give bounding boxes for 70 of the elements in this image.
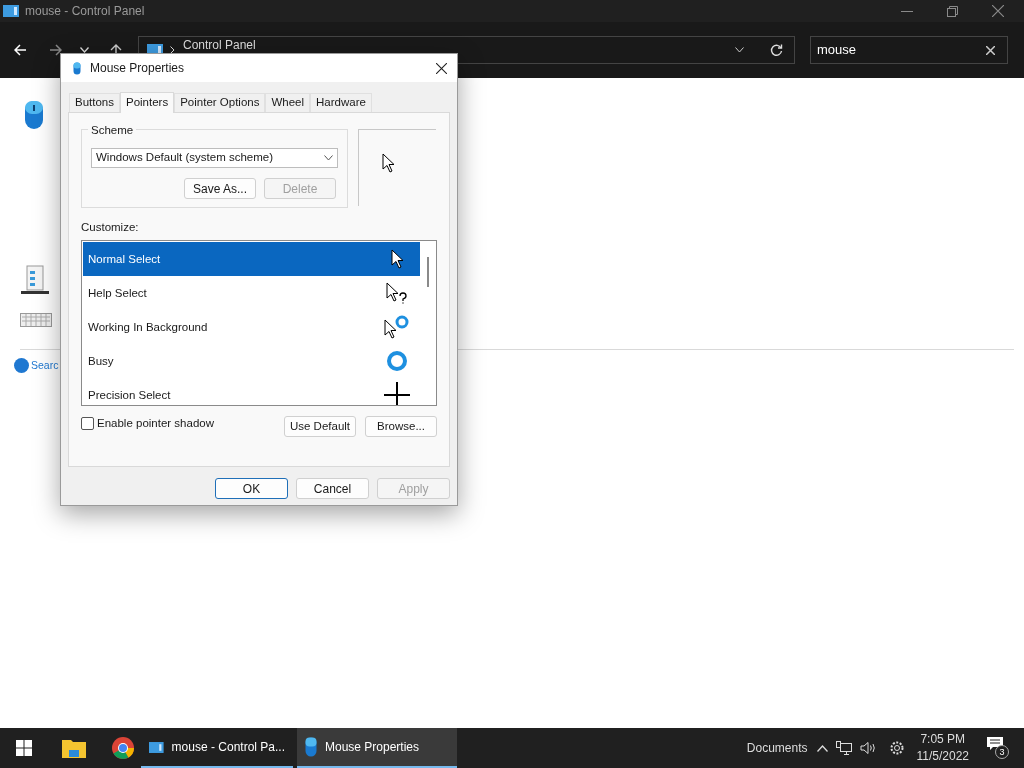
clock-date[interactable]: 11/5/2022 [916, 748, 969, 765]
taskbar-app-label: Mouse Properties [325, 739, 420, 756]
window-title: mouse - Control Panel [25, 3, 145, 20]
crosshair-pointer-icon [384, 382, 410, 406]
taskbar-app-label: mouse - Control Pa... [171, 739, 285, 756]
search-field[interactable]: mouse [810, 36, 1008, 64]
pointer-shadow-checkbox[interactable] [81, 417, 94, 431]
save-as-button[interactable]: Save As... [184, 178, 256, 199]
folder-icon[interactable] [62, 738, 86, 758]
windows-logo-icon[interactable] [16, 740, 32, 756]
control-panel-icon [3, 5, 19, 17]
forward-arrow-icon[interactable] [49, 44, 62, 56]
dialog-button[interactable]: Cancel [296, 478, 369, 499]
help-pointer-icon [386, 282, 408, 305]
pointer-name: Normal Select [88, 251, 162, 267]
scrollbar-thumb[interactable] [427, 257, 429, 288]
working-pointer-icon [384, 315, 410, 340]
notification-count: 3 [995, 745, 1009, 759]
scheme-dropdown[interactable]: Windows Default (system scheme) [91, 148, 338, 168]
keyboard-icon [20, 313, 52, 327]
tab[interactable]: Buttons [69, 93, 120, 112]
breadcrumb[interactable]: Control Panel [183, 38, 256, 52]
minimize-icon[interactable] [901, 10, 913, 12]
pointer-name: Precision Select [88, 387, 172, 403]
pointer-name: Busy [88, 353, 115, 369]
mouse-icon [24, 100, 44, 130]
chevron-down-icon[interactable] [735, 47, 744, 53]
pointer-name: Help Select [88, 285, 148, 301]
use-default-button[interactable]: Use Default [284, 416, 356, 438]
pointer-name: Working In Background [88, 319, 209, 335]
refresh-icon[interactable] [770, 43, 783, 57]
network-icon[interactable] [835, 741, 852, 755]
chrome-icon[interactable] [111, 736, 135, 760]
customize-label: Customize: [81, 220, 140, 235]
pointer-list-item[interactable]: Normal Select [83, 242, 420, 277]
tab[interactable]: Wheel [265, 93, 311, 112]
pointer-list-item[interactable]: Busy [83, 344, 420, 379]
tab[interactable]: Pointer Options [174, 93, 266, 112]
pointer-list-item[interactable]: Working In Background [83, 310, 420, 345]
arrow-pointer-icon [390, 249, 404, 270]
speaker-icon[interactable] [859, 741, 877, 755]
pointer-list-item[interactable]: Precision Select [83, 378, 420, 406]
chevron-down-icon[interactable] [80, 47, 89, 53]
toolbar-label[interactable]: Documents [746, 739, 808, 757]
taskbar-app-button[interactable]: mouse - Control Pa... [141, 728, 293, 768]
restore-icon[interactable] [947, 5, 958, 17]
checkbox-label: Enable pointer shadow [97, 416, 214, 432]
close-icon[interactable] [436, 62, 447, 74]
taskbar-app-button[interactable]: Mouse Properties [297, 728, 457, 768]
busy-pointer-icon [386, 350, 408, 373]
back-arrow-icon[interactable] [14, 44, 27, 56]
search-value: mouse [817, 41, 857, 60]
control-panel-icon [149, 739, 164, 755]
notification-icon[interactable] [987, 737, 1003, 751]
gear-icon[interactable] [888, 740, 905, 756]
mouse-icon [73, 61, 81, 75]
tab[interactable]: Pointers [120, 92, 175, 113]
tab[interactable]: Hardware [310, 93, 372, 112]
dropdown-value: Windows Default (system scheme) [96, 150, 274, 166]
chevron-up-icon[interactable] [816, 744, 828, 752]
arrow-pointer-icon [382, 153, 395, 173]
dialog-button[interactable]: OK [215, 478, 288, 499]
clear-icon[interactable] [986, 45, 995, 55]
search-link[interactable]: Searc [31, 358, 59, 374]
pointer-list-item[interactable]: Help Select [83, 276, 420, 311]
device-manager-icon [21, 265, 49, 295]
browse-button[interactable]: Browse... [365, 416, 437, 438]
mouse-icon [305, 737, 317, 757]
chevron-down-icon [324, 155, 333, 161]
clock-time[interactable]: 7:05 PM [920, 731, 966, 748]
